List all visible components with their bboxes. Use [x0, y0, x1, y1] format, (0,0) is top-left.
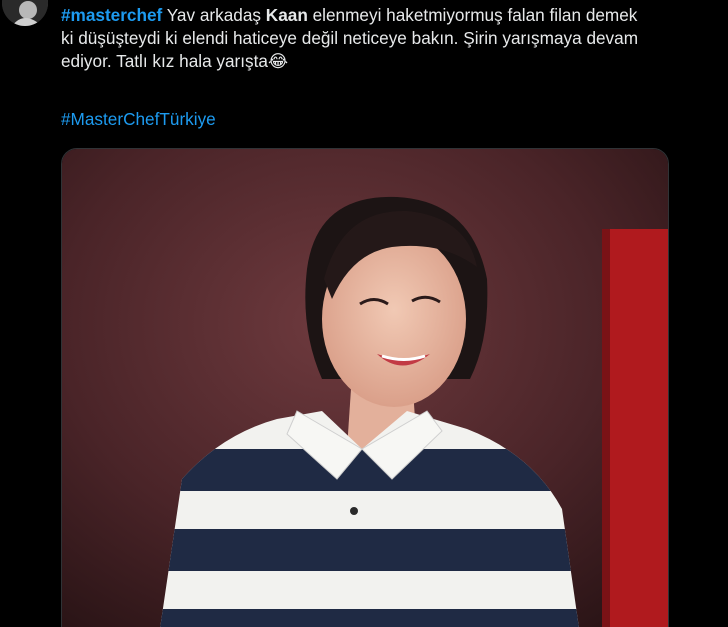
tweet-photo[interactable] [61, 148, 669, 627]
tweet-line-2: ki düşüşteydi ki elendi haticeye değil n… [61, 28, 639, 48]
hashtag-line: #MasterChefTürkiye [61, 108, 216, 131]
tears-of-joy-emoji-icon: 😂 [268, 51, 289, 71]
mentioned-name: Kaan [265, 5, 308, 25]
tweet-text-segment: ediyor. Tatlı kız hala yarışta [61, 51, 268, 71]
tweet-text-segment: Yav arkadaş [162, 5, 266, 25]
tweet-text: #masterchef Yav arkadaş Kaan elenmeyi ha… [61, 4, 725, 73]
photo-illustration [62, 149, 668, 627]
tweet-text-segment: elenmeyi haketmiyormuş falan filan demek [307, 5, 638, 25]
hashtag-masterchef-link[interactable]: #masterchef [61, 5, 162, 25]
tweet-line-1: #masterchef Yav arkadaş Kaan elenmeyi ha… [61, 4, 725, 27]
tweet-line-3: ediyor. Tatlı kız hala yarışta😂 [61, 50, 725, 73]
hashtag-masterchefturkiye-link[interactable]: #MasterChefTürkiye [61, 109, 216, 129]
profile-avatar[interactable] [2, 0, 48, 26]
